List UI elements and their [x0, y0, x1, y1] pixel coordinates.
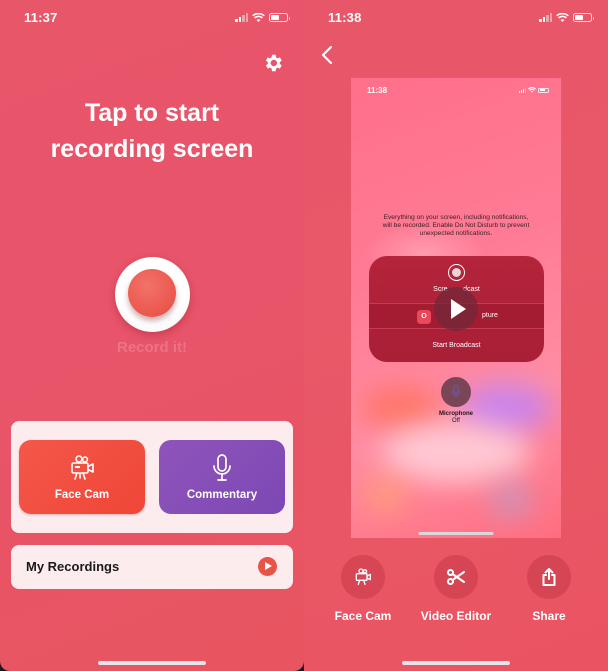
- my-recordings-button[interactable]: My Recordings: [11, 545, 293, 589]
- face-cam-action-button[interactable]: Face Cam: [323, 555, 403, 623]
- preview-status-time: 11:38: [367, 86, 388, 95]
- status-time: 11:37: [24, 10, 58, 25]
- wifi-icon: [556, 13, 569, 22]
- cellular-signal-icon: [518, 87, 526, 93]
- wifi-icon: [528, 87, 536, 93]
- wifi-icon: [252, 13, 265, 22]
- microphone-toggle: [441, 377, 471, 407]
- preview-status-bar: 11:38: [367, 86, 549, 96]
- record-dot-icon: [128, 269, 176, 317]
- face-cam-action-label: Face Cam: [334, 609, 392, 623]
- video-preview[interactable]: 11:38 Everything on your screen, includi…: [351, 78, 561, 538]
- preview-blur-blob: [381, 423, 531, 483]
- microphone-label-text: Microphone: [439, 411, 473, 417]
- preview-blur-blob: [366, 478, 406, 513]
- preview-status-icons: [518, 87, 549, 93]
- microphone-icon: [451, 384, 461, 398]
- commentary-button[interactable]: Commentary: [159, 440, 285, 514]
- video-camera-icon: [71, 455, 94, 480]
- scissors-icon: [447, 569, 465, 585]
- cellular-signal-icon: [539, 13, 552, 22]
- preview-blur-blob: [491, 483, 531, 518]
- status-time: 11:38: [328, 10, 362, 25]
- app-name: pture: [482, 312, 498, 319]
- video-editor-circle: [434, 555, 478, 599]
- recording-notice: Everything on your screen, including not…: [382, 214, 530, 238]
- commentary-label: Commentary: [186, 489, 258, 501]
- battery-icon: [269, 13, 290, 22]
- headline-line-1: Tap to start: [84, 99, 220, 127]
- app-icon: O: [417, 310, 431, 324]
- battery-icon: [573, 13, 594, 22]
- microphone-label: Microphone Off: [411, 411, 501, 425]
- page-title: Tap to start recording screen: [0, 95, 304, 167]
- video-editor-button[interactable]: Video Editor: [416, 555, 496, 623]
- home-indicator[interactable]: [98, 661, 206, 665]
- share-circle: [527, 555, 571, 599]
- video-editor-label: Video Editor: [420, 609, 492, 623]
- recording-detail-screen: 11:38 11:38 Everything on your screen, i…: [304, 0, 608, 671]
- record-icon: [448, 264, 465, 281]
- play-circle-icon: [258, 557, 277, 576]
- chevron-left-icon[interactable]: [320, 44, 334, 66]
- headline-line-2: recording screen: [50, 135, 254, 163]
- record-button-ring: [115, 257, 190, 332]
- cellular-signal-icon: [235, 13, 248, 22]
- status-bar: 11:37: [0, 10, 304, 28]
- microphone-icon: [213, 454, 231, 481]
- record-home-screen: 11:37 Tap to start recording screen Reco…: [0, 0, 304, 671]
- video-camera-icon: [355, 568, 371, 585]
- record-button[interactable]: [115, 257, 190, 332]
- status-bar: 11:38: [304, 10, 608, 28]
- preview-home-indicator: [418, 532, 494, 535]
- microphone-state: Off: [452, 418, 460, 424]
- share-icon: [542, 568, 556, 586]
- status-icons: [539, 13, 594, 22]
- status-icons: [235, 13, 290, 22]
- face-cam-label: Face Cam: [54, 489, 110, 501]
- home-indicator[interactable]: [402, 661, 510, 665]
- my-recordings-label: My Recordings: [26, 559, 120, 574]
- record-label: Record it!: [116, 339, 187, 356]
- gear-icon[interactable]: [262, 52, 284, 74]
- tools-card: Face Cam Commentary: [11, 421, 293, 533]
- battery-icon: [538, 87, 549, 93]
- share-button[interactable]: Share: [509, 555, 589, 623]
- share-label: Share: [532, 609, 566, 623]
- start-broadcast-label: Start Broadcast: [432, 342, 481, 349]
- play-button[interactable]: [434, 287, 478, 331]
- face-cam-button[interactable]: Face Cam: [19, 440, 145, 514]
- face-cam-action-circle: [341, 555, 385, 599]
